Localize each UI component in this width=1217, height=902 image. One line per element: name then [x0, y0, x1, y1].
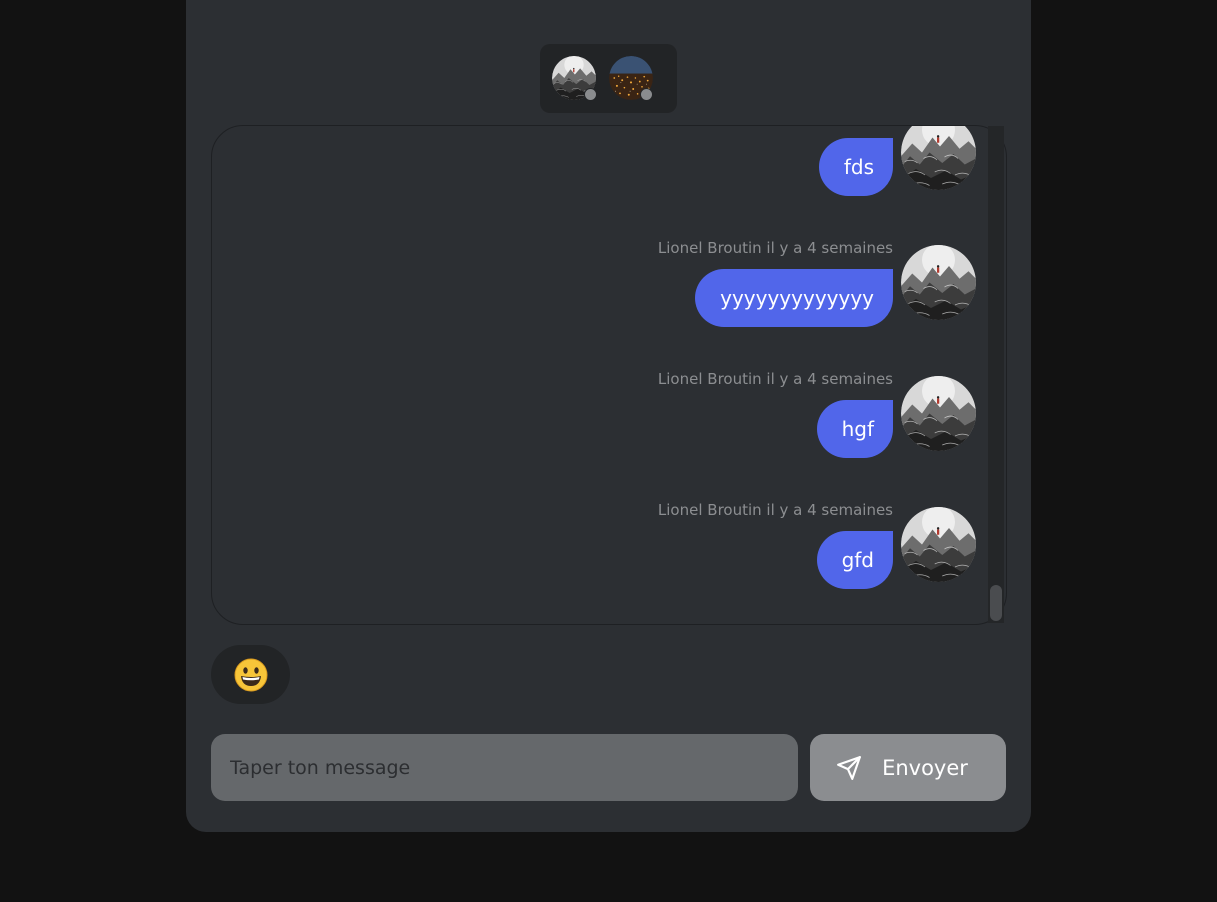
- message-avatar[interactable]: [901, 245, 976, 320]
- emoji-picker-button[interactable]: [211, 645, 290, 704]
- grinning-face-icon: [234, 658, 267, 691]
- message-avatar[interactable]: [901, 507, 976, 582]
- message-meta: Lionel Broutin il y a 4 semaines: [657, 370, 893, 388]
- message-bubble: fds: [818, 138, 893, 196]
- status-dot-offline: [584, 88, 597, 101]
- paper-plane-icon: [837, 755, 861, 780]
- message-avatar[interactable]: [901, 376, 976, 451]
- send-button[interactable]: Envoyer: [810, 734, 1006, 801]
- message-bubble: gfd: [816, 531, 893, 589]
- scrollbar-track[interactable]: [988, 126, 1004, 623]
- mountain-sketch-avatar: [901, 245, 976, 320]
- message-meta: Lionel Broutin il y a 4 semaines: [657, 501, 893, 519]
- mountain-sketch-avatar: [901, 507, 976, 582]
- message-input[interactable]: [211, 734, 798, 801]
- message-bubble: yyyyyyyyyyyyy: [695, 269, 893, 327]
- mountain-sketch-avatar: [901, 126, 976, 190]
- status-dot-offline: [640, 88, 653, 101]
- message-meta: Lionel Broutin il y a 4 semaines: [657, 239, 893, 257]
- send-button-label: Envoyer: [882, 755, 968, 780]
- message-bubble: hgf: [816, 400, 893, 458]
- message-avatar[interactable]: [901, 126, 976, 190]
- mountain-sketch-avatar: [901, 376, 976, 451]
- scrollbar-thumb[interactable]: [990, 585, 1002, 621]
- participants-bar: [540, 44, 677, 113]
